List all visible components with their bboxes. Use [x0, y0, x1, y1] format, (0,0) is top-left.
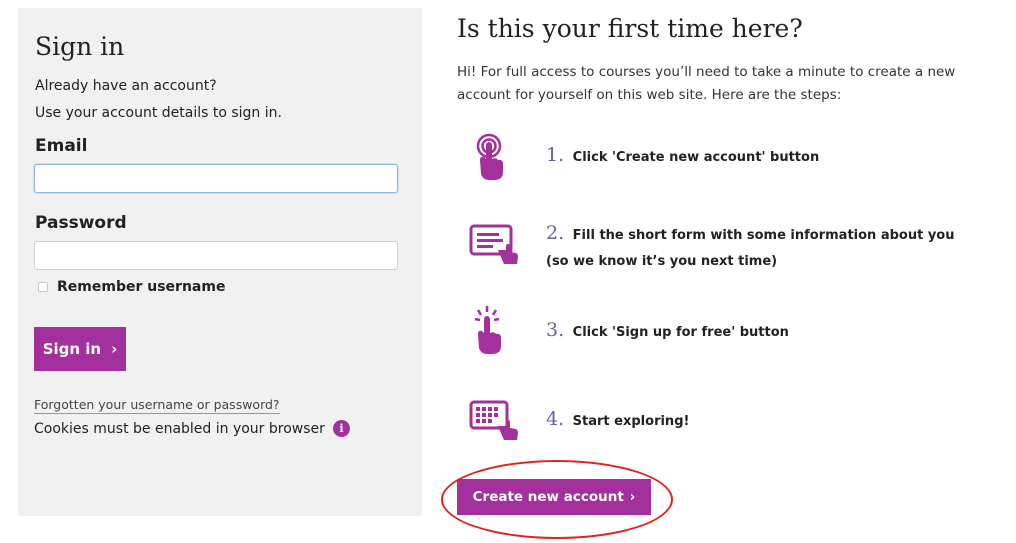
click-finger-icon [474, 306, 501, 354]
cookies-text: Cookies must be enabled in your browser [34, 420, 325, 437]
remember-username-row[interactable]: Remember username [38, 279, 225, 295]
cookies-notice: Cookies must be enabled in your browser … [34, 420, 350, 437]
signin-instructions: Use your account details to sign in. [35, 105, 282, 121]
signin-button[interactable]: Sign in › [34, 327, 126, 371]
step-4-text: Start exploring! [572, 414, 690, 429]
step-1: 1. Click 'Create new account' button [546, 142, 819, 171]
forgot-credentials-link[interactable]: Forgotten your username or password? [34, 397, 280, 414]
signin-title: Sign in [35, 32, 125, 61]
step-4: 4. Start exploring! [546, 406, 689, 435]
step-3: 3. Click 'Sign up for free' button [546, 317, 789, 346]
step-2-text-continued: (so we know it’s you next time) [546, 254, 778, 269]
password-field[interactable] [34, 241, 398, 270]
highlight-annotation-ellipse [441, 460, 673, 539]
remember-username-checkbox[interactable] [38, 282, 48, 292]
remember-username-label: Remember username [57, 279, 226, 295]
step-2-text: Fill the short form with some informatio… [572, 228, 955, 243]
signin-account-question: Already have an account? [35, 78, 217, 94]
password-label: Password [35, 213, 127, 233]
signup-intro: Hi! For full access to courses you’ll ne… [457, 64, 956, 103]
tap-finger-icon [476, 133, 503, 180]
keyboard-hand-icon [469, 400, 518, 440]
email-label: Email [35, 136, 88, 156]
step-1-number: 1. [546, 144, 565, 166]
signin-panel: Sign in Already have an account? Use you… [18, 8, 422, 516]
step-1-text: Click 'Create new account' button [572, 150, 820, 165]
email-field[interactable] [34, 164, 398, 193]
chevron-right-icon: › [111, 340, 118, 358]
form-hand-icon [469, 224, 518, 264]
step-2: 2. Fill the short form with some informa… [546, 220, 955, 275]
step-3-text: Click 'Sign up for free' button [572, 325, 789, 340]
step-3-number: 3. [546, 319, 565, 341]
signin-button-label: Sign in [42, 340, 102, 358]
step-4-number: 4. [546, 408, 565, 430]
signup-title: Is this your first time here? [457, 14, 803, 43]
step-2-number: 2. [546, 222, 565, 244]
info-icon[interactable]: i [332, 420, 350, 437]
